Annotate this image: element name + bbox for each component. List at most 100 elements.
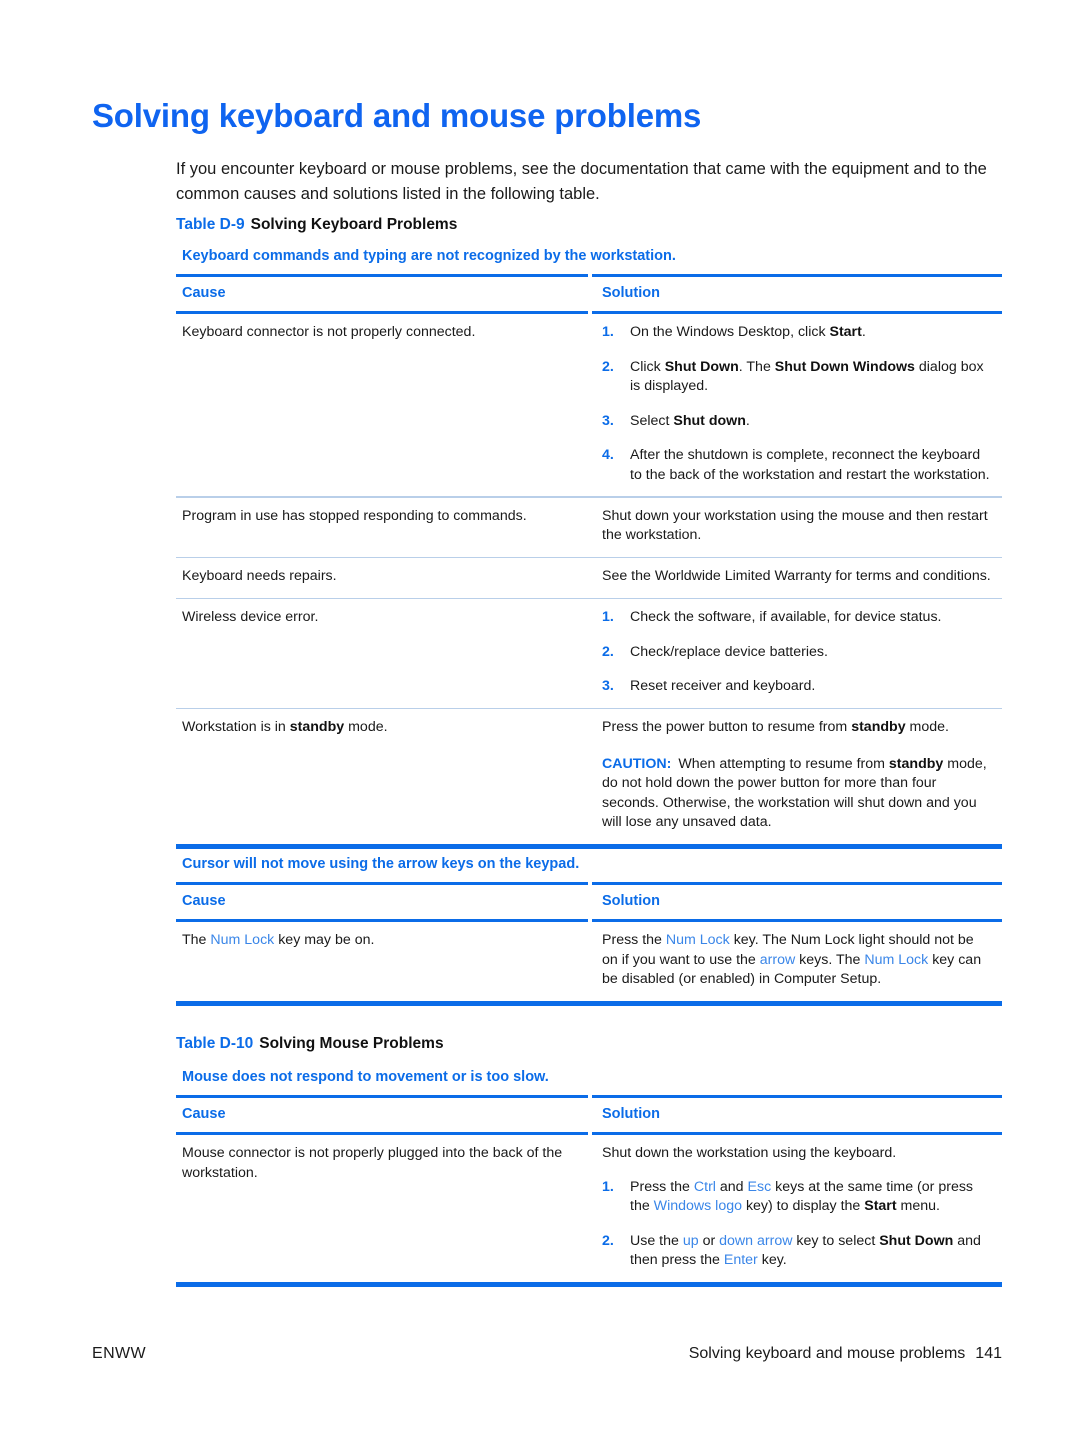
header-label-cause: Cause [182,285,226,301]
condition-heading: Keyboard commands and typing are not rec… [182,248,676,264]
table-rule-top [176,274,1002,277]
step-number: 2. [602,643,614,660]
cell-solution: Shut down the workstation using the keyb… [588,1135,1002,1282]
table-caption-label: Table D-9 [176,216,245,233]
table-rule-header [176,919,1002,922]
header-cell-cause: Cause [176,1098,588,1132]
list-item: 4. After the shutdown is complete, recon… [602,446,992,485]
step-text: After the shutdown is complete, reconnec… [630,447,990,483]
cell-solution: 1. On the Windows Desktop, click Start. … [588,314,1002,496]
cause-text: Keyboard connector is not properly conne… [182,324,476,340]
table-row: Keyboard connector is not properly conne… [176,314,1002,496]
cause-text: Program in use has stopped responding to… [182,507,527,524]
step-number: 3. [602,412,614,429]
step-list: 1. Check the software, if available, for… [602,608,992,697]
condition-heading: Mouse does not respond to movement or is… [182,1069,549,1085]
table-row: Wireless device error. 1. Check the soft… [176,599,1002,708]
header-cell-solution: Solution [588,1098,1002,1132]
table-header-row: Cause Solution [176,1098,1002,1132]
cause-text: Wireless device error. [182,609,319,625]
step-number: 1. [602,609,614,625]
footer-left: ENWW [92,1345,147,1362]
cell-cause: The Num Lock key may be on. [176,922,588,1001]
solution-text: Shut down the workstation using the keyb… [602,1145,897,1161]
list-item: 1. Press the Ctrl and Esc keys at the sa… [602,1178,992,1217]
cell-cause: Mouse connector is not properly plugged … [176,1135,588,1282]
solution-text: Shut down your workstation using the mou… [602,507,988,544]
solution-text: Press the power button to resume from st… [602,719,949,735]
step-number: 1. [602,324,614,340]
header-label-cause: Cause [182,893,226,909]
step-text: Check the software, if available, for de… [630,609,942,625]
list-item: 3. Select Shut down. [602,412,992,432]
step-number: 3. [602,678,614,694]
table-header-row: Cause Solution [176,885,1002,919]
step-text: Click Shut Down. The Shut Down Windows d… [630,358,984,395]
list-item: 1. On the Windows Desktop, click Start. [602,323,992,343]
header-label-solution: Solution [602,893,660,909]
cell-cause: Keyboard connector is not properly conne… [176,314,588,496]
table-row-divider [176,496,1002,498]
step-text: Reset receiver and keyboard. [630,678,816,694]
caution-note: CAUTION: When attempting to resume from s… [602,755,992,833]
list-item: 2. Click Shut Down. The Shut Down Window… [602,358,992,397]
step-number: 1. [602,1178,614,1195]
step-text: On the Windows Desktop, click Start. [630,324,866,340]
cause-text: Keyboard needs repairs. [182,568,337,584]
table-rule-header [176,1132,1002,1135]
cell-cause: Keyboard needs repairs. [176,558,588,598]
cell-solution: Shut down your workstation using the mou… [588,498,1002,557]
cell-cause: Workstation is in standby mode. [176,709,588,844]
table-rule-header [176,311,1002,314]
solution-text: Press the Num Lock key. The Num Lock lig… [602,932,982,987]
step-text: Use the up or down arrow key to select S… [630,1232,981,1269]
table-row: The Num Lock key may be on. Press the Nu… [176,922,1002,1001]
cell-solution: 1. Check the software, if available, for… [588,599,1002,708]
table-rule-top [176,882,1002,885]
cell-solution: Press the power button to resume from st… [588,709,1002,844]
cell-cause: Wireless device error. [176,599,588,708]
table-row: Workstation is in standby mode. Press th… [176,709,1002,844]
list-item: 2. Check/replace device batteries. [602,643,992,663]
table-row: Keyboard needs repairs. See the Worldwid… [176,558,1002,598]
table-row: Program in use has stopped responding to… [176,498,1002,557]
table-row-divider [176,597,1002,599]
condition-heading: Cursor will not move using the arrow key… [182,856,580,872]
header-label-cause: Cause [182,1106,226,1122]
step-text: Check/replace device batteries. [630,643,828,660]
table-d9-section-1: Keyboard commands and typing are not rec… [176,247,1002,849]
intro-paragraph: If you encounter keyboard or mouse probl… [176,160,987,203]
header-cell-cause: Cause [176,277,588,311]
document-page: Solving keyboard and mouse problems If y… [0,0,1080,1437]
header-cell-cause: Cause [176,885,588,919]
header-label-solution: Solution [602,1106,660,1122]
solution-text: See the Worldwide Limited Warranty for t… [602,568,991,584]
cause-text: The Num Lock key may be on. [182,932,375,948]
page-title: Solving keyboard and mouse problems [92,97,702,134]
table-d9-section-2: Cursor will not move using the arrow key… [176,855,1002,1006]
step-list: 1. On the Windows Desktop, click Start. … [602,323,992,485]
table-row-divider [176,556,1002,558]
table-row-divider [176,707,1002,709]
cause-text: Workstation is in standby mode. [182,719,388,735]
list-item: 3. Reset receiver and keyboard. [602,677,992,697]
cell-solution: See the Worldwide Limited Warranty for t… [588,558,1002,598]
caution-label: CAUTION: [602,755,672,772]
step-text: Press the Ctrl and Esc keys at the same … [630,1178,974,1215]
table-rule-bottom [176,1281,1002,1287]
cell-cause: Program in use has stopped responding to… [176,498,588,557]
table-caption-title: Solving Mouse Problems [259,1035,444,1052]
header-cell-solution: Solution [588,277,1002,311]
step-number: 2. [602,1232,614,1249]
step-text: Select Shut down. [630,412,750,429]
step-number: 4. [602,447,614,463]
footer-page-number: 141 [975,1345,1002,1362]
table-rule-bottom [176,1000,1002,1006]
header-cell-solution: Solution [588,885,1002,919]
cause-text: Mouse connector is not properly plugged … [182,1145,563,1181]
table-caption-title: Solving Keyboard Problems [250,216,458,233]
table-caption-d10: Table D-10 Solving Mouse Problems [176,1035,444,1053]
table-header-row: Cause Solution [176,277,1002,311]
header-label-solution: Solution [602,285,660,301]
table-rule-top [176,1095,1002,1098]
